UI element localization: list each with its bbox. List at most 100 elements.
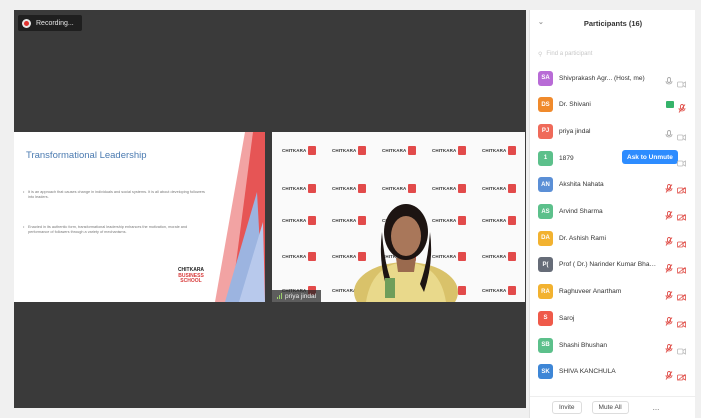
- participant-row-name: Dr. Shivani: [559, 101, 591, 109]
- backdrop-logo: CHITKARA: [482, 182, 520, 194]
- participant-row[interactable]: SA Shivprakash Agr... (Host, me): [538, 65, 694, 91]
- participant-row[interactable]: S Saroj: [538, 305, 694, 331]
- participant-row[interactable]: DA Dr. Ashish Rami: [538, 225, 694, 251]
- participant-row[interactable]: AN Akshita Nahata: [538, 172, 694, 198]
- backdrop-logo-text: CHITKARA: [332, 185, 357, 191]
- slide-ribbon-decoration: [215, 132, 265, 302]
- backdrop-logo-mark: [508, 215, 517, 225]
- participant-status-icons: [665, 180, 686, 195]
- participant-status-icons: [665, 367, 686, 381]
- participant-row-name: priya jindal: [559, 127, 591, 135]
- camera-off-icon[interactable]: [677, 235, 686, 248]
- backdrop-logo-text: CHITKARA: [432, 185, 457, 191]
- backdrop-logo-text: CHITKARA: [382, 185, 407, 191]
- camera-off-icon[interactable]: [677, 315, 686, 328]
- recording-label: Recording...: [36, 19, 74, 27]
- invite-button[interactable]: Invite: [552, 401, 582, 414]
- chevron-down-icon[interactable]: ⌄: [538, 18, 544, 26]
- camera-off-icon[interactable]: [677, 261, 686, 275]
- backdrop-logo-text: CHITKARA: [482, 147, 507, 153]
- backdrop-logo: CHITKARA: [332, 144, 370, 156]
- mic-muted-icon[interactable]: [665, 260, 673, 273]
- backdrop-logo-mark: [308, 251, 317, 261]
- backdrop-logo-text: CHITKARA: [282, 217, 307, 223]
- camera-icon[interactable]: [677, 342, 686, 355]
- backdrop-logo: CHITKARA: [482, 214, 520, 226]
- participant-status-icons: [665, 260, 686, 275]
- backdrop-logo: CHITKARA: [482, 250, 520, 262]
- mic-muted-icon[interactable]: [665, 367, 673, 380]
- backdrop-logo-mark: [508, 285, 517, 295]
- backdrop-logo-text: CHITKARA: [482, 287, 507, 293]
- video-on-icon: [666, 100, 674, 108]
- participant-status-icons: [665, 233, 686, 248]
- recording-indicator[interactable]: Recording...: [18, 15, 82, 31]
- ask-to-unmute-button[interactable]: Ask to Unmute: [622, 150, 678, 165]
- participant-name: priya jindal: [285, 292, 317, 300]
- participant-row-name: Saroj: [559, 314, 575, 322]
- mic-muted-icon[interactable]: [665, 180, 673, 193]
- mic-muted-icon[interactable]: [665, 340, 673, 353]
- backdrop-logo: CHITKARA: [382, 144, 420, 156]
- mic-muted-icon[interactable]: [665, 313, 673, 327]
- backdrop-logo-mark: [508, 145, 517, 155]
- participant-avatar: AS: [538, 204, 553, 219]
- record-icon: [22, 18, 31, 28]
- participant-status-icons: [665, 340, 686, 355]
- backdrop-logo-text: CHITKARA: [482, 185, 507, 191]
- backdrop-logo-mark: [408, 145, 417, 155]
- participant-avatar: SK: [538, 364, 553, 380]
- participant-row[interactable]: RA Raghuveer Anartham: [538, 279, 694, 305]
- participant-row-name: Shivprakash Agr... (Host, me): [559, 74, 645, 82]
- participant-row[interactable]: AS Arvind Sharma: [538, 199, 694, 225]
- backdrop-logo: CHITKARA: [282, 144, 320, 156]
- mic-muted-icon[interactable]: [665, 233, 673, 246]
- mic-icon[interactable]: [665, 126, 673, 138]
- camera-icon[interactable]: [677, 75, 686, 88]
- find-participant-input[interactable]: ⚲ Find a participant: [538, 48, 688, 60]
- participant-name-plate: priya jindal: [272, 290, 322, 302]
- mute-all-button[interactable]: Mute All: [591, 401, 629, 414]
- participant-row-name: SHIVA KANCHULA: [559, 368, 616, 376]
- mic-muted-icon[interactable]: [678, 100, 686, 113]
- backdrop-logo: CHITKARA: [282, 182, 320, 194]
- participant-avatar: RA: [538, 284, 553, 300]
- participant-row[interactable]: 1 1879 Ask to Unmute: [538, 145, 694, 171]
- mic-icon[interactable]: [665, 73, 673, 85]
- participant-video-tile[interactable]: CHITKARA CHITKARA CHITKARA CHITKARA CHITKARA…: [272, 132, 525, 302]
- shared-slide-tile[interactable]: Transformational Leadership It is an app…: [14, 132, 265, 302]
- find-placeholder: Find a participant: [546, 51, 593, 57]
- more-options-button[interactable]: ...: [653, 403, 660, 412]
- camera-icon[interactable]: [677, 128, 686, 141]
- participant-status-icons: [665, 126, 686, 141]
- mic-muted-icon[interactable]: [665, 207, 673, 220]
- backdrop-logo-text: CHITKARA: [482, 217, 507, 223]
- participant-row[interactable]: P( Prof ( Dr.) Narinder Kumar Bhas...: [538, 252, 694, 278]
- camera-off-icon[interactable]: [677, 208, 686, 221]
- participant-avatar: P(: [538, 257, 553, 273]
- backdrop-logo-mark: [308, 145, 317, 155]
- participant-row[interactable]: PJ priya jindal: [538, 118, 694, 144]
- backdrop-logo: CHITKARA: [282, 250, 320, 262]
- backdrop-logo-text: CHITKARA: [332, 147, 357, 153]
- panel-title: Participants (16): [583, 18, 643, 28]
- panel-header: ⌄ Participants (16): [530, 10, 696, 36]
- backdrop-logo-mark: [508, 251, 517, 261]
- zoom-window: Recording... Transformational Leadership…: [0, 0, 701, 418]
- camera-icon[interactable]: [677, 154, 686, 167]
- participant-row[interactable]: SB Shashi Bhushan: [538, 332, 694, 358]
- backdrop-logo: CHITKARA: [482, 284, 520, 296]
- camera-off-icon[interactable]: [677, 288, 686, 301]
- camera-off-icon[interactable]: [677, 181, 686, 195]
- mic-muted-icon[interactable]: [665, 287, 673, 300]
- participant-video-person: [354, 204, 458, 302]
- slide-title: Transformational Leadership: [26, 150, 147, 161]
- participant-row[interactable]: DS Dr. Shivani: [538, 92, 694, 118]
- participant-row-name: Akshita Nahata: [559, 181, 604, 189]
- backdrop-logo-mark: [458, 145, 467, 155]
- backdrop-logo: CHITKARA: [282, 214, 320, 226]
- participant-row[interactable]: SK SHIVA KANCHULA: [538, 359, 694, 385]
- participant-status-icons: [665, 207, 686, 221]
- camera-off-icon[interactable]: [677, 368, 686, 381]
- participant-row-name: Prof ( Dr.) Narinder Kumar Bhas...: [559, 261, 657, 269]
